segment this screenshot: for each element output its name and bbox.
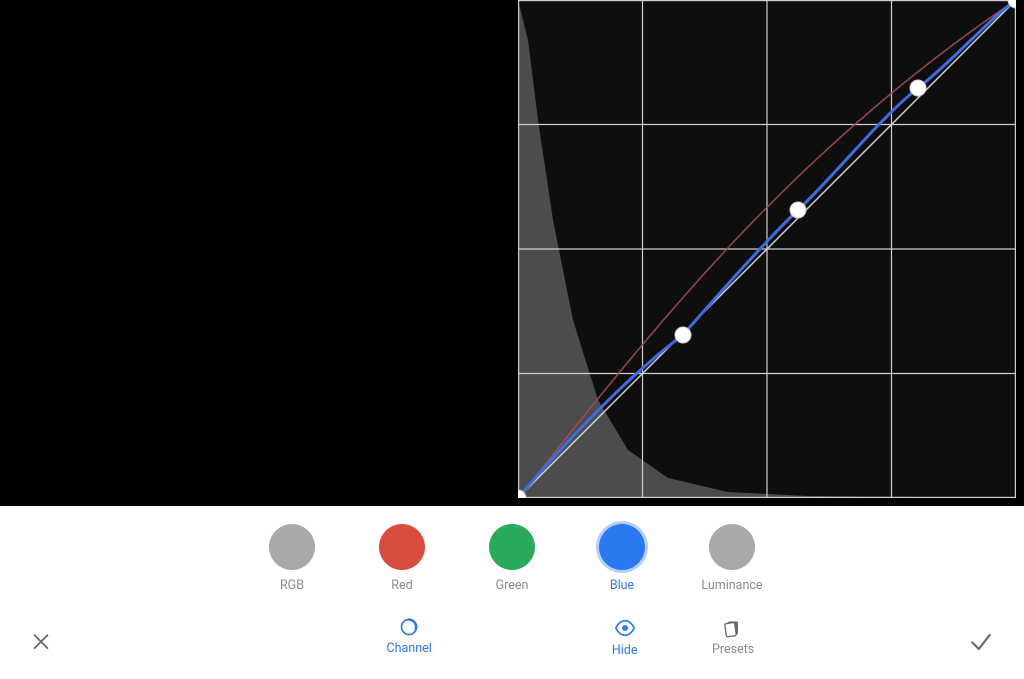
channel-label-blue: Blue [610,578,634,593]
editor-canvas [0,0,1024,506]
action-hide-label: Hide [612,643,638,658]
channel-dot-rgb [269,524,315,570]
curves-graph[interactable] [518,0,1016,498]
channel-luminance[interactable]: Luminance [700,524,764,593]
channel-label-red: Red [391,578,412,593]
curve-point[interactable] [790,202,806,218]
channel-label-rgb: RGB [280,578,304,593]
presets-icon [723,618,743,638]
eye-icon [614,617,636,639]
channel-selector-row: RGB Red Green Blue Luminance [0,506,1024,606]
channel-icon [399,617,419,637]
action-presets-label: Presets [712,642,754,657]
channel-blue[interactable]: Blue [590,524,654,593]
curve-point[interactable] [675,327,691,343]
curves-panel[interactable] [518,0,1016,498]
channel-label-green: Green [496,578,529,593]
action-hide[interactable]: Hide [612,617,638,658]
action-presets[interactable]: Presets [712,618,754,657]
channel-rgb[interactable]: RGB [260,524,324,593]
bottom-toolbar: RGB Red Green Blue Luminance [0,506,1024,679]
curve-point[interactable] [910,80,926,96]
action-channel-label: Channel [387,641,432,656]
check-icon [968,628,994,654]
channel-dot-blue [599,524,645,570]
confirm-button[interactable] [968,628,994,654]
channel-dot-green [489,524,535,570]
channel-red[interactable]: Red [370,524,434,593]
action-channel[interactable]: Channel [387,617,432,658]
channel-dot-red [379,524,425,570]
channel-dot-luminance [709,524,755,570]
channel-label-luminance: Luminance [701,578,762,593]
channel-green[interactable]: Green [480,524,544,593]
action-row: Channel Hide Presets [0,606,1024,679]
